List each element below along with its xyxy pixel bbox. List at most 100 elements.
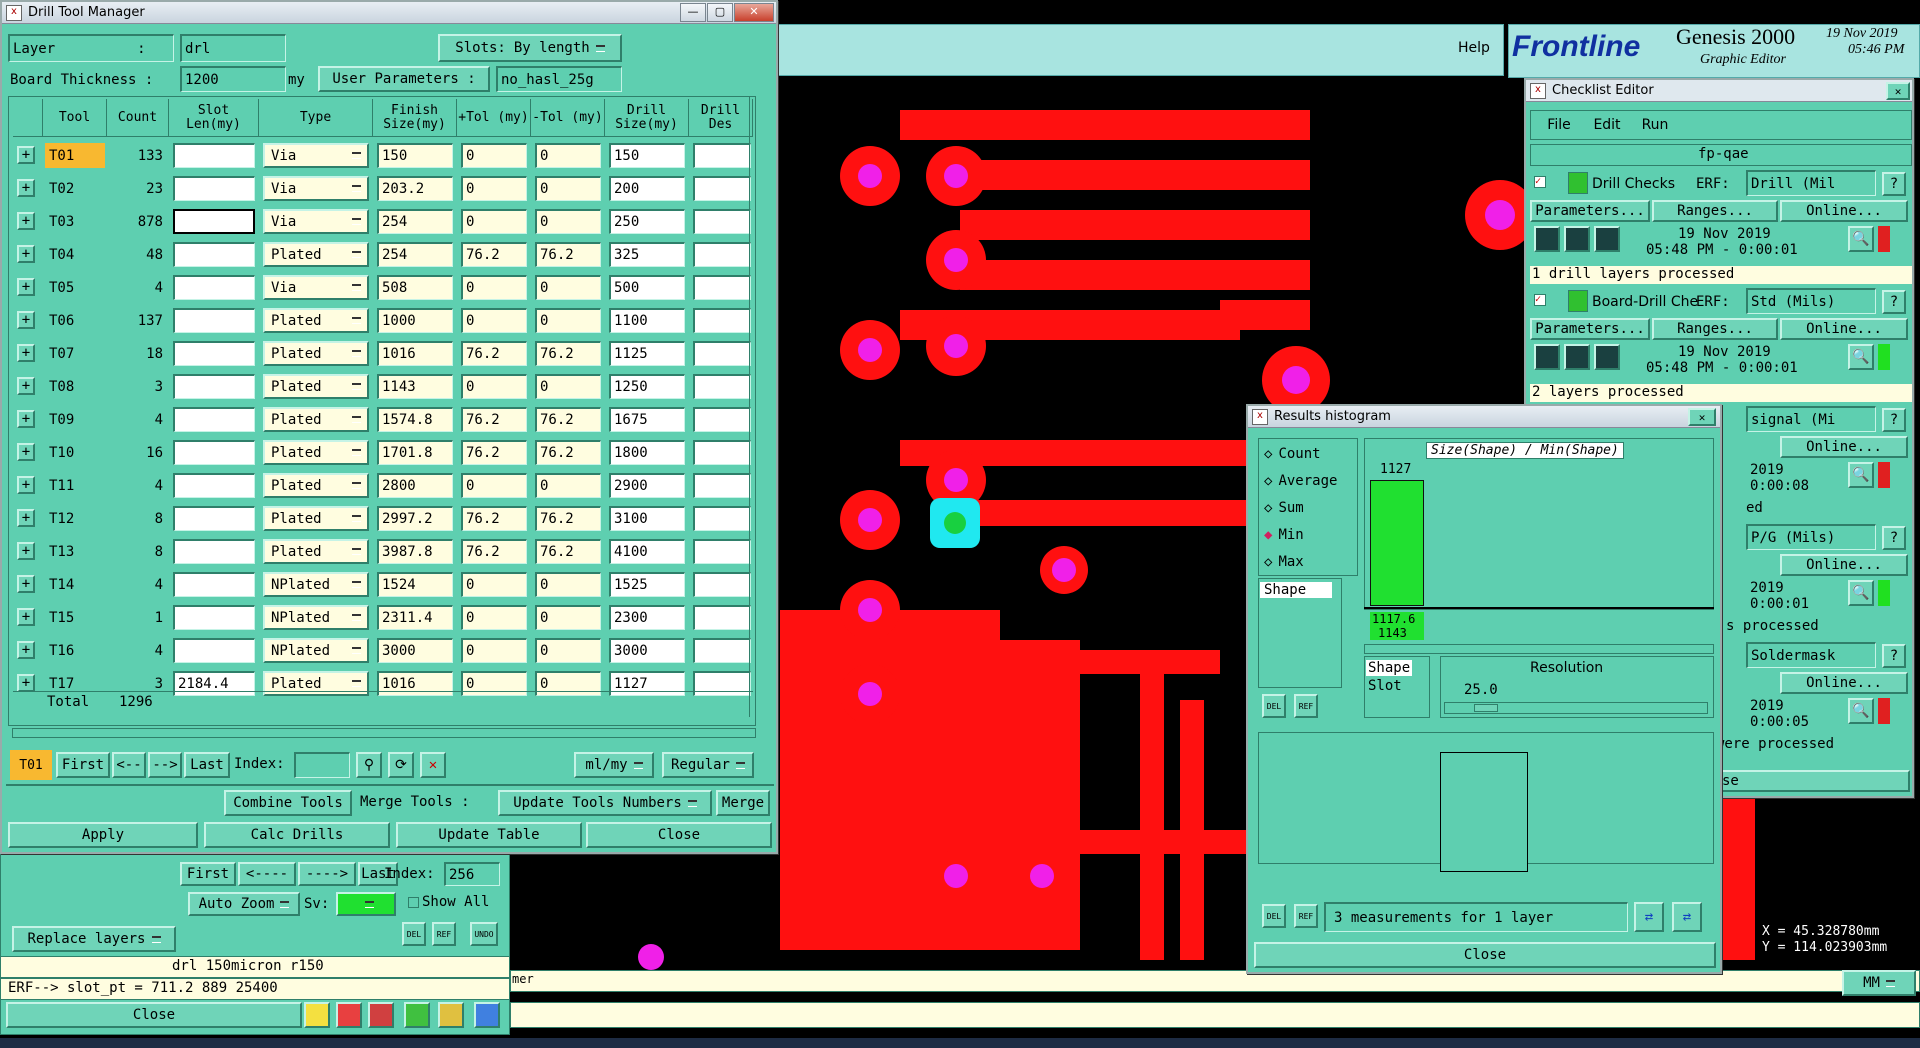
online-button[interactable]: Online...: [1780, 436, 1908, 458]
table-row[interactable]: + T03 878 Via 254 0 0 250: [13, 205, 753, 238]
type-dropdown[interactable]: Via: [263, 143, 369, 168]
expand-row-icon[interactable]: +: [17, 377, 35, 395]
slider-handle[interactable]: [1474, 704, 1498, 712]
table-row[interactable]: + T13 8 Plated 3987.8 76.2 76.2 4100: [13, 535, 753, 568]
type-dropdown[interactable]: NPlated: [263, 572, 369, 597]
tool-cell[interactable]: T14: [45, 572, 105, 597]
close-window-button[interactable]: ✕: [734, 3, 774, 22]
type-dropdown[interactable]: Plated: [263, 341, 369, 366]
drill-size-input[interactable]: 2300: [609, 605, 685, 630]
type-dropdown[interactable]: Plated: [263, 473, 369, 498]
tool-cell[interactable]: T13: [45, 539, 105, 564]
drill-size-input[interactable]: 3100: [609, 506, 685, 531]
expand-row-icon[interactable]: +: [17, 575, 35, 593]
minus-tol-input[interactable]: 0: [535, 308, 601, 333]
list-item[interactable]: Slot: [1368, 678, 1402, 694]
plus-tol-input[interactable]: 76.2: [461, 341, 527, 366]
drill-des-input[interactable]: [693, 275, 751, 300]
drill-size-input[interactable]: 2900: [609, 473, 685, 498]
drill-size-input[interactable]: 1250: [609, 374, 685, 399]
slot-len-input[interactable]: [173, 209, 255, 234]
lower-close-button[interactable]: Close: [6, 1002, 302, 1028]
drill-des-input[interactable]: [693, 209, 751, 234]
minus-tol-input[interactable]: 76.2: [535, 539, 601, 564]
option-min[interactable]: ◆ Min: [1264, 527, 1304, 543]
type-dropdown[interactable]: Plated: [263, 374, 369, 399]
type-dropdown[interactable]: Plated: [263, 407, 369, 432]
drill-des-input[interactable]: [693, 407, 751, 432]
slot-len-input[interactable]: [173, 638, 255, 663]
minus-tol-input[interactable]: 0: [535, 605, 601, 630]
menu-file[interactable]: File: [1536, 112, 1582, 138]
ref-icon[interactable]: REF: [1294, 694, 1318, 718]
minus-tol-input[interactable]: 0: [535, 473, 601, 498]
list-item[interactable]: Shape: [1366, 660, 1413, 676]
calc-drills-button[interactable]: Calc Drills: [204, 822, 390, 848]
erf-field[interactable]: Drill (Mil: [1746, 170, 1876, 196]
chart-icon[interactable]: [474, 1002, 500, 1028]
expand-row-icon[interactable]: +: [17, 245, 35, 263]
next-button[interactable]: ---->: [298, 862, 356, 886]
plus-tol-input[interactable]: 76.2: [461, 506, 527, 531]
erf-field[interactable]: Soldermask: [1746, 642, 1876, 668]
expand-row-icon[interactable]: +: [17, 311, 35, 329]
first-button[interactable]: First: [180, 862, 236, 886]
check-checkbox[interactable]: ✓: [1534, 294, 1546, 306]
histogram-bar[interactable]: [1370, 480, 1424, 606]
type-dropdown[interactable]: NPlated: [263, 605, 369, 630]
tool-cell[interactable]: T11: [45, 473, 105, 498]
table-row[interactable]: + T01 133 Via 150 0 0 150: [13, 139, 753, 172]
zoom-icon[interactable]: 🔍: [1848, 226, 1874, 252]
tool-icon-4[interactable]: [404, 1002, 430, 1028]
question-icon[interactable]: ?: [1882, 172, 1906, 196]
plus-tol-input[interactable]: 0: [461, 308, 527, 333]
check-checkbox[interactable]: ✓: [1534, 176, 1546, 188]
minus-tol-input[interactable]: 76.2: [535, 341, 601, 366]
histogram-close-x[interactable]: ✕: [1688, 408, 1716, 426]
run-icon[interactable]: [1594, 226, 1620, 252]
auto-zoom-dropdown[interactable]: Auto Zoom: [188, 892, 300, 916]
drill-size-input[interactable]: 1675: [609, 407, 685, 432]
expand-row-icon[interactable]: +: [17, 179, 35, 197]
drill-des-input[interactable]: [693, 539, 751, 564]
option-average[interactable]: ◇ Average: [1264, 473, 1337, 489]
erf-field[interactable]: Std (Mils): [1746, 288, 1876, 314]
drill-des-input[interactable]: [693, 242, 751, 267]
question-icon[interactable]: ?: [1882, 644, 1906, 668]
type-dropdown[interactable]: Via: [263, 209, 369, 234]
online-button[interactable]: Online...: [1780, 672, 1908, 694]
table-row[interactable]: + T10 16 Plated 1701.8 76.2 76.2 1800: [13, 436, 753, 469]
drill-des-input[interactable]: [693, 176, 751, 201]
drill-size-input[interactable]: 3000: [609, 638, 685, 663]
table-row[interactable]: + T15 1 NPlated 2311.4 0 0 2300: [13, 601, 753, 634]
minimize-button[interactable]: —: [680, 3, 706, 22]
minus-tol-input[interactable]: 76.2: [535, 242, 601, 267]
layer-field[interactable]: drl: [180, 34, 286, 62]
expand-row-icon[interactable]: +: [17, 278, 35, 296]
slot-len-input[interactable]: [173, 143, 255, 168]
plus-tol-input[interactable]: 0: [461, 209, 527, 234]
slot-len-input[interactable]: [173, 539, 255, 564]
type-dropdown[interactable]: Via: [263, 176, 369, 201]
finish-size-input[interactable]: 203.2: [377, 176, 453, 201]
drill-des-input[interactable]: [693, 473, 751, 498]
expand-row-icon[interactable]: +: [17, 146, 35, 164]
minus-tol-input[interactable]: 0: [535, 275, 601, 300]
update-table-button[interactable]: Update Table: [396, 822, 582, 848]
table-row[interactable]: + T02 23 Via 203.2 0 0 200: [13, 172, 753, 205]
nav-prev-button[interactable]: <--: [112, 752, 146, 778]
delete-icon[interactable]: ✕: [420, 752, 446, 778]
finish-size-input[interactable]: 1574.8: [377, 407, 453, 432]
plus-tol-input[interactable]: 0: [461, 275, 527, 300]
drill-des-input[interactable]: [693, 143, 751, 168]
run-icon[interactable]: [1594, 344, 1620, 370]
plus-tol-input[interactable]: 76.2: [461, 242, 527, 267]
drill-size-input[interactable]: 325: [609, 242, 685, 267]
finish-size-input[interactable]: 2800: [377, 473, 453, 498]
del-icon[interactable]: DEL: [1262, 694, 1286, 718]
finish-size-input[interactable]: 3987.8: [377, 539, 453, 564]
tool-cell[interactable]: T09: [45, 407, 105, 432]
run-icon[interactable]: [1564, 226, 1590, 252]
finish-size-input[interactable]: 3000: [377, 638, 453, 663]
tool-icon-5[interactable]: [438, 1002, 464, 1028]
